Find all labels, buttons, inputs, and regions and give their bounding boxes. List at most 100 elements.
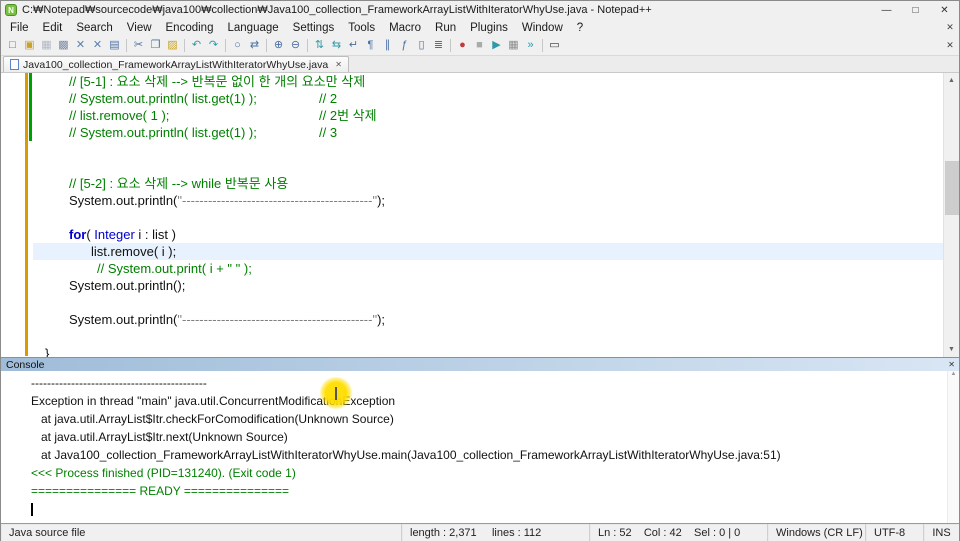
document-list-icon[interactable]: ≣: [430, 37, 447, 54]
code-line[interactable]: [33, 158, 943, 175]
menu-help[interactable]: ?: [570, 21, 590, 35]
print-icon[interactable]: ▤: [106, 37, 123, 54]
scrollbar-thumb[interactable]: [945, 161, 959, 215]
code-line[interactable]: [33, 294, 943, 311]
sync-scroll-horizontal-icon[interactable]: ⇆: [328, 37, 345, 54]
menu-view[interactable]: View: [120, 21, 159, 35]
minimize-button[interactable]: —: [872, 1, 901, 19]
tab-active[interactable]: Java100_collection_FrameworkArrayListWit…: [3, 56, 349, 72]
console-line[interactable]: at java.util.ArrayList$Itr.next(Unknown …: [1, 428, 959, 446]
code-line[interactable]: // [5-2] : 요소 삭제 --> while 반복문 사용: [33, 175, 943, 192]
tab-close-icon[interactable]: ✕: [335, 60, 342, 69]
console-line[interactable]: <<< Process finished (PID=131240). (Exit…: [1, 464, 959, 482]
trailing-comment: // 2: [319, 91, 338, 106]
code-line[interactable]: }: [33, 345, 943, 357]
save-macro-icon[interactable]: ▦: [505, 37, 522, 54]
record-macro-icon[interactable]: ●: [454, 37, 471, 54]
status-encoding[interactable]: UTF-8: [865, 524, 923, 541]
copy-icon[interactable]: ❐: [147, 37, 164, 54]
close-document-icon[interactable]: ✕: [72, 37, 89, 54]
close-all-icon[interactable]: ✕: [89, 37, 106, 54]
status-bar: Java source file length : 2,371 lines : …: [1, 523, 959, 541]
menu-edit[interactable]: Edit: [36, 21, 70, 35]
change-marker-unsaved: [25, 73, 28, 356]
scroll-up-icon[interactable]: ▲: [944, 73, 959, 88]
console-body[interactable]: ----------------------------------------…: [1, 371, 959, 523]
console-line[interactable]: ----------------------------------------…: [1, 374, 959, 392]
zoom-out-icon[interactable]: ⊖: [287, 37, 304, 54]
menu-macro[interactable]: Macro: [382, 21, 428, 35]
code-line[interactable]: System.out.println("--------------------…: [33, 311, 943, 328]
code-line[interactable]: // System.out.println( list.get(1) ); // …: [33, 90, 943, 107]
status-insert-mode[interactable]: INS: [923, 524, 959, 541]
code-segment: for: [69, 227, 87, 242]
menu-search[interactable]: Search: [69, 21, 119, 35]
menu-items: File Edit Search View Encoding Language Settin…: [3, 22, 590, 34]
stop-macro-icon[interactable]: ■: [471, 37, 488, 54]
play-macro-icon[interactable]: ▶: [488, 37, 505, 54]
cut-icon[interactable]: ✂: [130, 37, 147, 54]
zoom-in-icon[interactable]: ⊕: [270, 37, 287, 54]
code-line[interactable]: // System.out.print( i + " " );: [33, 260, 943, 277]
menu-encoding[interactable]: Encoding: [159, 21, 221, 35]
console-line[interactable]: [1, 500, 959, 518]
toolbar-close-icon[interactable]: ✕: [941, 40, 959, 51]
console-scrollbar[interactable]: ▲: [947, 371, 959, 523]
paste-icon[interactable]: ▨: [164, 37, 181, 54]
code-line[interactable]: // [5-1] : 요소 삭제 --> 반복문 없이 한 개의 요소만 삭제: [33, 73, 943, 90]
trailing-comment: // 3: [319, 125, 338, 140]
undo-icon[interactable]: ↶: [188, 37, 205, 54]
document-map-icon[interactable]: ▯: [413, 37, 430, 54]
console-panel-header[interactable]: Console ✕: [1, 357, 959, 371]
menu-run[interactable]: Run: [428, 21, 463, 35]
editor[interactable]: // [5-1] : 요소 삭제 --> 반복문 없이 한 개의 요소만 삭제 /…: [1, 73, 959, 357]
code-line[interactable]: System.out.println();: [33, 277, 943, 294]
console-line[interactable]: at Java100_collection_FrameworkArrayList…: [1, 446, 959, 464]
function-list-icon[interactable]: ƒ: [396, 37, 413, 54]
code-line[interactable]: [33, 328, 943, 345]
console-close-icon[interactable]: ✕: [948, 360, 955, 369]
console-line[interactable]: =============== READY ===============: [1, 482, 959, 500]
replace-icon[interactable]: ⇄: [246, 37, 263, 54]
code-area[interactable]: // [5-1] : 요소 삭제 --> 반복문 없이 한 개의 요소만 삭제 /…: [33, 73, 943, 357]
code-segment: // System.out.println( list.get(1) );: [69, 125, 257, 140]
save-all-icon[interactable]: ▩: [55, 37, 72, 54]
save-icon[interactable]: ▦: [38, 37, 55, 54]
code-line[interactable]: [33, 141, 943, 158]
code-line[interactable]: // System.out.println( list.get(1) ); // …: [33, 124, 943, 141]
sync-scroll-vertical-icon[interactable]: ⇅: [311, 37, 328, 54]
editor-scrollbar[interactable]: ▲ ▼: [943, 73, 959, 357]
toolbar-separator: [184, 39, 185, 52]
maximize-button[interactable]: □: [901, 1, 930, 19]
menu-file[interactable]: File: [3, 21, 36, 35]
open-folder-icon[interactable]: ▣: [21, 37, 38, 54]
menu-settings[interactable]: Settings: [286, 21, 342, 35]
console-line[interactable]: Exception in thread "main" java.util.Con…: [1, 392, 959, 410]
code-segment: "---------------------------------------…: [177, 312, 378, 327]
menubar-close-icon[interactable]: ✕: [941, 22, 959, 33]
scroll-down-icon[interactable]: ▼: [944, 342, 959, 357]
show-all-characters-icon[interactable]: ¶: [362, 37, 379, 54]
window-title: C:₩Notepad₩sourcecode₩java100₩collection…: [22, 4, 652, 16]
menu-window[interactable]: Window: [515, 21, 570, 35]
code-line[interactable]: System.out.println("--------------------…: [33, 192, 943, 209]
nppexec-console-icon[interactable]: ▭: [546, 37, 563, 54]
menu-language[interactable]: Language: [220, 21, 285, 35]
new-file-icon[interactable]: □: [4, 37, 21, 54]
code-line-current[interactable]: list.remove( i );: [33, 243, 943, 260]
console-line[interactable]: at java.util.ArrayList$Itr.checkForComod…: [1, 410, 959, 428]
code-line[interactable]: for( Integer i : list ): [33, 226, 943, 243]
toolbar-separator: [225, 39, 226, 52]
code-line[interactable]: [33, 209, 943, 226]
toolbar: □ ▣ ▦ ▩ ✕ ✕ ▤ ✂ ❐ ▨ ↶ ↷ ○ ⇄ ⊕ ⊖ ⇅ ⇆ ↵ ¶ ∥ ƒ ▯ ≣ ● ■ ▶ ▦» ▭ ✕: [1, 36, 959, 56]
indent-guide-icon[interactable]: ∥: [379, 37, 396, 54]
close-button[interactable]: ✕: [930, 1, 959, 19]
code-line[interactable]: // list.remove( 1 ); // 2번 삭제: [33, 107, 943, 124]
menu-tools[interactable]: Tools: [341, 21, 382, 35]
redo-icon[interactable]: ↷: [205, 37, 222, 54]
find-icon[interactable]: ○: [229, 37, 246, 54]
word-wrap-icon[interactable]: ↵: [345, 37, 362, 54]
run-macro-multiple-icon[interactable]: »: [522, 37, 539, 54]
status-eol[interactable]: Windows (CR LF): [767, 524, 865, 541]
menu-plugins[interactable]: Plugins: [463, 21, 515, 35]
